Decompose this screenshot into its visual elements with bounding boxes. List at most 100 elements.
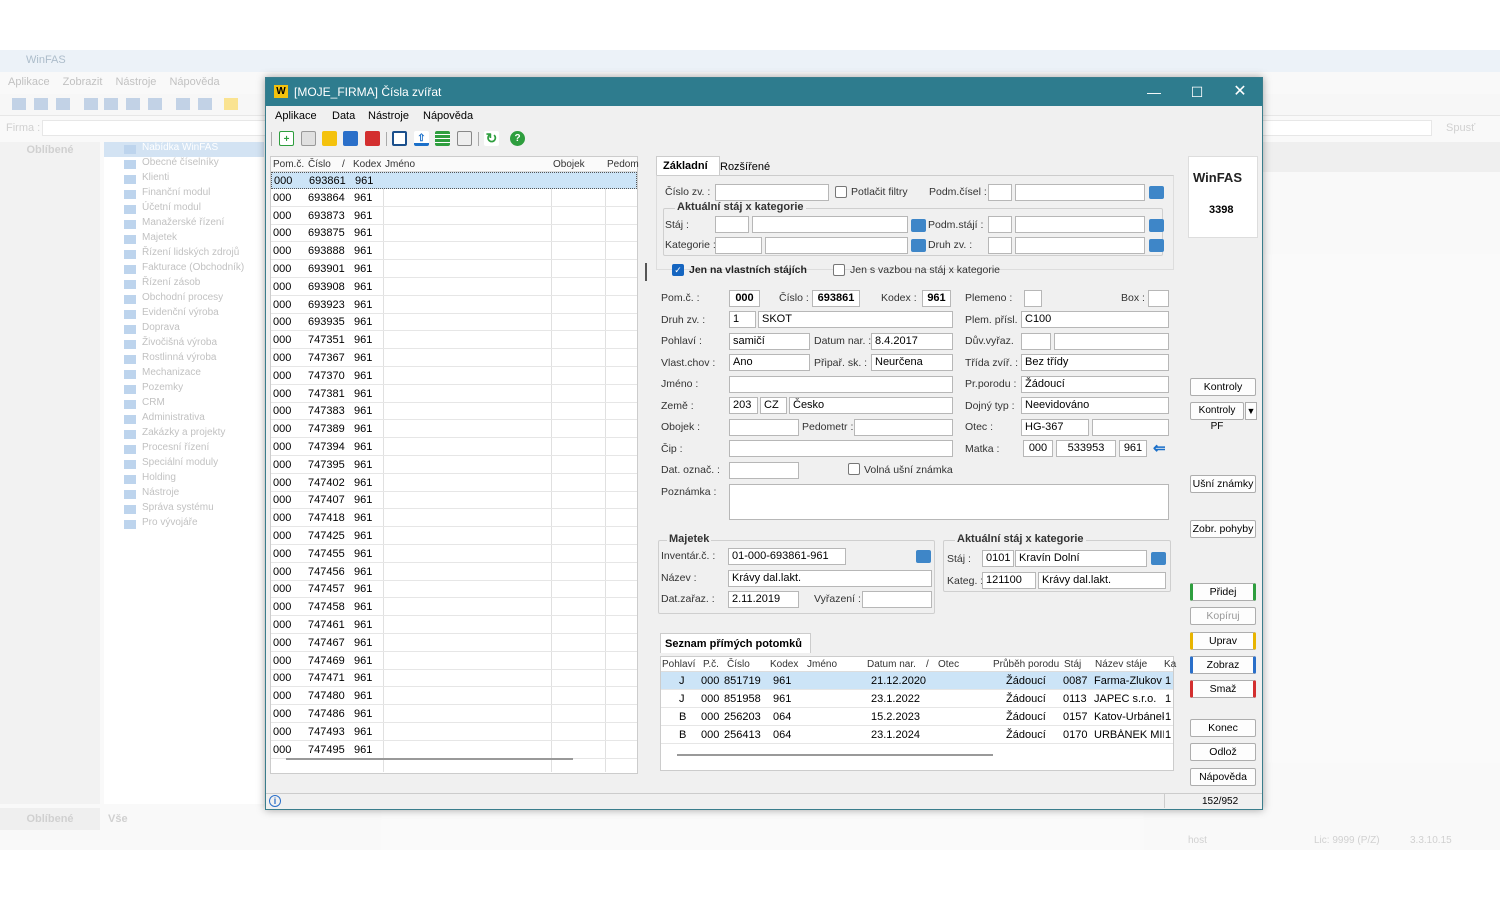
bg-tree-item[interactable]: Řízení lidských zdrojů [104,247,264,262]
datum-nar-field[interactable]: 8.4.2017 [871,333,953,350]
menu-data[interactable]: Data [332,110,355,122]
bg-bottom-tab-all[interactable]: Vše [108,813,128,825]
folder-icon[interactable] [916,550,931,563]
add-icon[interactable]: + [279,131,294,146]
vyrazeni-field[interactable] [862,591,932,608]
filter-staj-code[interactable] [715,216,749,233]
zobr-pohyby-button[interactable]: Zobr. pohyby [1190,520,1256,538]
pripar-field[interactable]: Neurčena [871,354,953,371]
bg-tool-icon[interactable] [224,98,238,110]
kcol-otec[interactable]: Otec [938,659,959,670]
col-kodex[interactable]: Kodex [353,159,381,170]
akt-staj-code-field[interactable]: 0101 [982,550,1014,567]
dojny-field[interactable]: Neevidováno [1021,397,1169,414]
zeme-field[interactable]: Česko [789,397,953,414]
list-row[interactable]: 000 747383 961 [271,403,637,421]
dat-ozn-field[interactable] [729,462,799,479]
vlast-chov-field[interactable]: Ano [729,354,810,371]
otec-extra-field[interactable] [1092,419,1169,436]
pohlavi-field[interactable]: samičí [729,333,810,350]
bg-tree-item[interactable]: Finanční modul [104,187,264,202]
export-icon[interactable]: ⇧ [414,131,429,146]
kcol-pc[interactable]: P.č. [703,659,719,670]
maximize-button[interactable]: ☐ [1179,81,1215,103]
bg-tree-item[interactable]: Holding [104,472,264,487]
konec-button[interactable]: Konec [1190,719,1256,737]
list-row[interactable]: 000 747458 961 [271,599,637,617]
tab-rozsirene[interactable]: Rozšířené [720,158,770,176]
akt-kateg-code-field[interactable]: 121100 [982,572,1036,589]
list-row[interactable]: 000 747370 961 [271,368,637,385]
bg-tree-item[interactable]: Účetní modul [104,202,264,217]
bg-tree-item[interactable]: Nástroje [104,487,264,502]
box-field[interactable] [1148,290,1169,307]
col-pomc[interactable]: Pom.č. [273,159,304,170]
matka-cislo-field[interactable]: 533953 [1056,440,1116,457]
matka-kodex-field[interactable]: 961 [1119,440,1147,457]
bg-tool-icon[interactable] [104,98,118,110]
uprav-button[interactable]: Uprav [1190,632,1256,650]
col-pedom[interactable]: Pedom [607,159,639,170]
children-scrollbar[interactable] [677,754,993,756]
bg-tool-icon[interactable] [126,98,140,110]
obojek-field[interactable] [729,419,799,436]
list-row[interactable]: 000 747381 961 [271,386,637,403]
list-row[interactable]: 000 747367 961 [271,350,637,367]
view-icon[interactable] [343,131,358,146]
bg-menu-item[interactable]: Aplikace [8,76,50,88]
list-row[interactable]: 000 747402 961 [271,475,637,492]
podm-staji-code[interactable] [988,216,1012,233]
list-row[interactable]: 000 747395 961 [271,457,637,474]
col-cislo[interactable]: Číslo [308,159,331,170]
jen-vazbou-checkbox[interactable] [833,264,845,276]
list-row[interactable]: 000 693901 961 [271,261,637,278]
bg-tree-item[interactable]: Živočišná výroba [104,337,264,352]
help-icon[interactable]: ? [510,131,525,146]
volna-checkbox[interactable] [848,463,860,475]
bg-tree-item[interactable]: Pozemky [104,382,264,397]
list-row[interactable]: 000 747455 961 [271,546,637,563]
kcol-cislo[interactable]: Číslo [727,659,750,670]
kcol-pohlavi[interactable]: Pohlaví [662,659,695,670]
columns-icon[interactable] [457,131,472,146]
pridej-button[interactable]: Přidej [1190,583,1256,601]
filter-kategorie-input[interactable] [765,237,908,254]
animal-list[interactable]: Pom.č. Číslo / Kodex Jméno Obojek Pedom … [270,156,639,774]
podm-cisel-code[interactable] [988,184,1012,201]
plemeno-field[interactable] [1024,290,1042,307]
kcol-datum[interactable]: Datum nar. [867,659,916,670]
kopiruj-button[interactable]: Kopíruj [1190,607,1256,625]
usni-znamky-button[interactable]: Ušní známky [1190,475,1256,493]
bg-tree-item[interactable]: Administrativa [104,412,264,427]
tab-zakladni[interactable]: Základní [656,156,720,176]
podm-staji-input[interactable] [1015,216,1145,233]
inv-field[interactable]: 01-000-693861-961 [728,548,846,565]
tab-potomci[interactable]: Seznam přímých potomků [660,633,811,653]
matka-pom-field[interactable]: 000 [1023,440,1053,457]
menu-napoveda[interactable]: Nápověda [423,110,473,122]
bg-tree-item[interactable]: Doprava [104,322,264,337]
bg-tool-icon[interactable] [12,98,26,110]
kontroly-pf-button[interactable]: Kontroly PF [1190,402,1244,432]
list-row[interactable]: 000 747471 961 [271,670,637,688]
go-to-mother-arrow-icon[interactable]: ⇐ [1153,439,1166,457]
folder-icon[interactable] [1149,219,1164,232]
copy-icon[interactable] [301,131,316,146]
bg-tree-item[interactable]: Speciální moduly [104,457,264,472]
list-row[interactable]: 000 747467 961 [271,635,637,652]
horizontal-scrollbar[interactable] [286,758,573,760]
bg-tree-item[interactable]: Manažerské řízení [104,217,264,232]
pomc-field[interactable]: 000 [729,290,760,307]
info-icon[interactable]: i [269,795,281,807]
bg-tool-icon[interactable] [176,98,190,110]
jen-vlastni-checkbox[interactable]: ✓ [672,264,684,276]
delete-icon[interactable] [365,131,380,146]
children-table[interactable]: Pohlaví P.č. Číslo Kodex Jméno Datum nar… [660,656,1176,771]
list-row[interactable]: 000 747456 961 [271,564,637,581]
list-row[interactable]: 000 747351 961 [271,332,637,350]
bg-tree-item[interactable]: Fakturace (Obchodník) [104,262,264,277]
list-row[interactable]: 000 693923 961 [271,297,637,314]
list-row[interactable]: 000 693861 961 [271,172,637,189]
zeme-iso-field[interactable]: CZ [760,397,787,414]
filter-cislo-zv-input[interactable] [715,184,829,201]
